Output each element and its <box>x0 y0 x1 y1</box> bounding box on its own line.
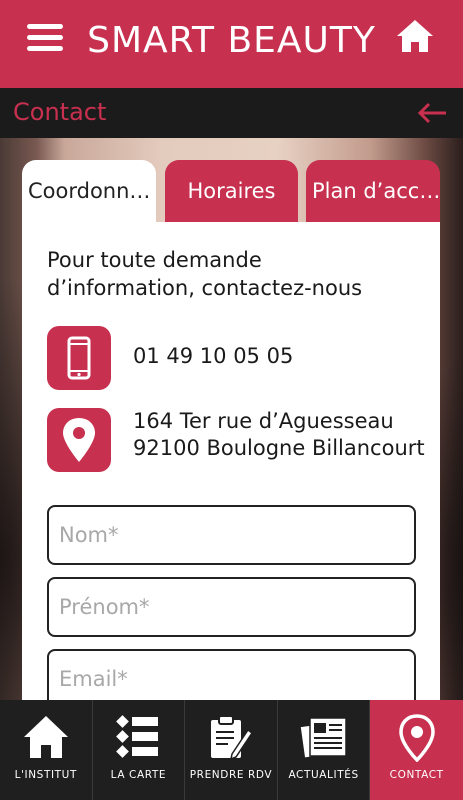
map-pin-icon[interactable] <box>47 408 111 472</box>
nav-item-contact[interactable]: CONTACT <box>370 700 463 800</box>
contact-card: Pour toute demande d’information, contac… <box>22 222 440 709</box>
map-pin-icon <box>398 714 435 762</box>
tab-horaires[interactable]: Horaires <box>165 160 298 222</box>
newspaper-icon <box>299 717 347 760</box>
address-line-2: 92100 Boulogne Billancourt <box>133 436 425 460</box>
nav-label: PRENDRE RDV <box>189 769 273 781</box>
nav-item-actualites[interactable]: ACTUALITÉS <box>278 700 371 800</box>
nom-field[interactable] <box>47 505 416 565</box>
nav-label: CONTACT <box>389 769 444 781</box>
nav-item-la-carte[interactable]: LA CARTE <box>93 700 186 800</box>
nav-label: ACTUALITÉS <box>288 769 359 781</box>
tab-coordonnees[interactable]: Coordonn… <box>22 160 156 222</box>
home-icon <box>23 716 68 758</box>
bottom-nav: L'INSTITUT LA CARTE PRENDRE RDV ACTUALIT… <box>0 700 463 800</box>
intro-text: Pour toute demande d’information, contac… <box>47 248 363 300</box>
address[interactable]: 164 Ter rue d’Aguesseau 92100 Boulogne B… <box>133 408 425 462</box>
tab-plan-acces[interactable]: Plan d’acc… <box>306 160 440 222</box>
page-title: Contact <box>13 98 107 126</box>
nav-item-institut[interactable]: L'INSTITUT <box>0 700 93 800</box>
nav-item-prendre-rdv[interactable]: PRENDRE RDV <box>185 700 278 800</box>
phone-number[interactable]: 01 49 10 05 05 <box>133 344 293 368</box>
sub-header: Contact <box>0 88 463 138</box>
nav-label: L'INSTITUT <box>14 769 77 781</box>
address-line-1: 164 Ter rue d’Aguesseau <box>133 409 394 433</box>
app-title: SMART BEAUTY <box>87 20 376 61</box>
prenom-field[interactable] <box>47 577 416 637</box>
clipboard-pen-icon <box>210 715 254 761</box>
smartphone-icon[interactable] <box>47 326 111 390</box>
home-icon[interactable] <box>395 18 435 54</box>
list-icon <box>116 715 159 758</box>
back-arrow-icon[interactable] <box>417 102 447 124</box>
nav-label: LA CARTE <box>110 769 167 781</box>
app-header: SMART BEAUTY <box>0 0 463 88</box>
